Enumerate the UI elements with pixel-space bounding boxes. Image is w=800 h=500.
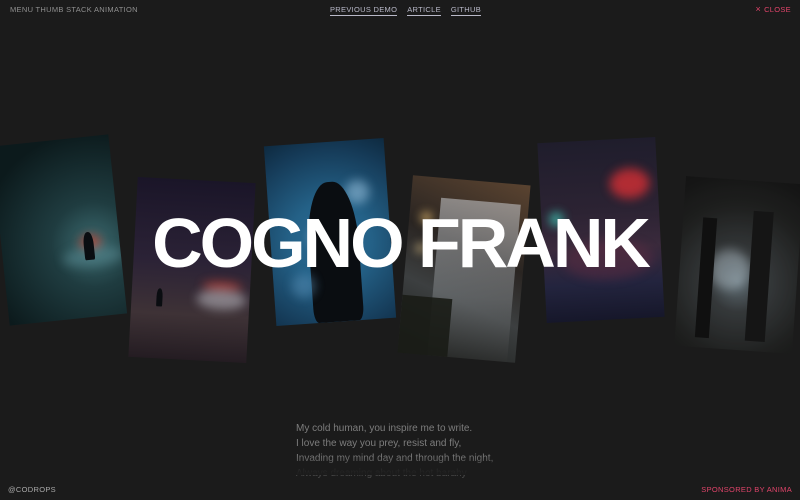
top-nav: PREVIOUS DEMO ARTICLE GITHUB	[330, 5, 482, 16]
poem-line: My cold human, you inspire me to write.	[296, 423, 473, 434]
close-icon: ×	[755, 4, 762, 14]
nav-github-link[interactable]: GITHUB	[450, 5, 482, 16]
close-button[interactable]: × CLOSE	[755, 4, 792, 15]
page-title[interactable]: COGNO FRANK	[0, 203, 800, 283]
poem-fade-overlay	[280, 455, 520, 475]
demo-title: MENU THUMB STACK ANIMATION	[10, 5, 138, 14]
sponsor-link[interactable]: SPONSORED BY ANIMA	[701, 485, 792, 494]
poem-line: I love the way you prey, resist and fly,	[296, 438, 462, 449]
close-label: CLOSE	[764, 5, 791, 14]
codrops-link[interactable]: @CODROPS	[8, 485, 56, 494]
title-word-2: FRANK	[417, 204, 651, 282]
nav-article-link[interactable]: ARTICLE	[407, 5, 441, 16]
title-word-1: COGNO	[152, 204, 404, 282]
nav-previous-demo-link[interactable]: PREVIOUS DEMO	[330, 5, 398, 16]
